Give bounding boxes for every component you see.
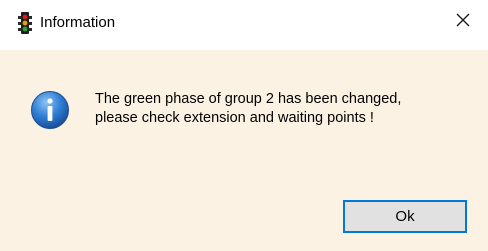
ok-button-label: Ok	[395, 208, 415, 225]
information-dialog: Information The green phase of group 2 h…	[0, 0, 488, 251]
title-bar: Information	[0, 0, 488, 50]
close-icon	[456, 13, 470, 32]
message-line-2: please check extension and waiting point…	[95, 110, 374, 126]
message-line-1: The green phase of group 2 has been chan…	[95, 91, 402, 107]
info-icon	[30, 90, 70, 130]
close-button[interactable]	[446, 6, 480, 38]
message-text: The green phase of group 2 has been chan…	[95, 90, 475, 128]
ok-button[interactable]: Ok	[343, 200, 467, 233]
message-area: The green phase of group 2 has been chan…	[0, 50, 488, 195]
traffic-light-icon	[18, 12, 32, 34]
window-title: Information	[40, 14, 116, 31]
